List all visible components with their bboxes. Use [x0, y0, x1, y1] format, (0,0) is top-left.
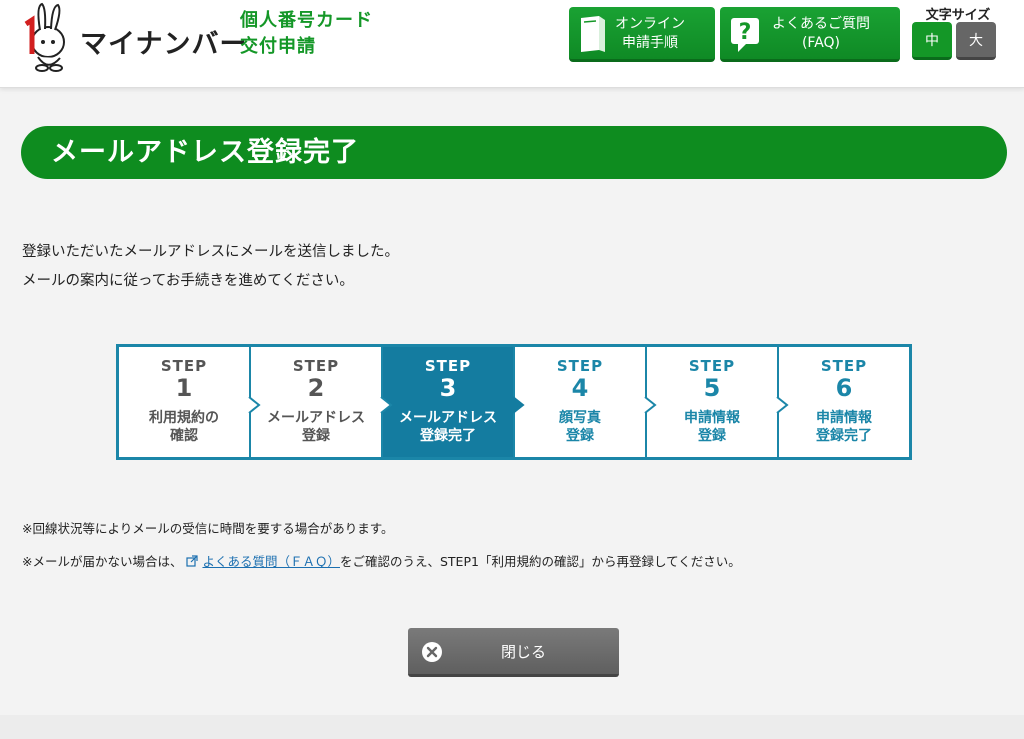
service-title-line2: 交付申請 [240, 36, 316, 57]
step-name-line2: 登録 [302, 428, 330, 444]
message-line1: 登録いただいたメールアドレスにメールを送信しました。 [22, 244, 399, 260]
step-name-line2: 登録完了 [420, 428, 476, 444]
step-4: STEP 4 顔写真 登録 [512, 347, 645, 457]
step-6: STEP 6 申請情報 登録完了 [776, 347, 909, 457]
note-line1: ※回線状況等によりメールの受信に時間を要する場合があります。 [22, 521, 394, 536]
step-number: 3 [439, 374, 457, 402]
font-size-medium-button[interactable]: 中 [912, 22, 952, 60]
font-size-label: 文字サイズ [925, 8, 991, 23]
close-button-label: 閉じる [500, 643, 546, 661]
online-procedure-button[interactable]: オンライン 申請手順 [569, 7, 715, 62]
step-word: STEP [820, 357, 868, 375]
step-5: STEP 5 申請情報 登録 [644, 347, 777, 457]
step-number: 5 [703, 374, 721, 402]
step-name-line2: 登録完了 [816, 428, 872, 444]
step-number: 1 [175, 374, 193, 402]
external-link-icon [186, 555, 199, 567]
step-name-line1: 顔写真 [559, 410, 601, 426]
step-number: 2 [307, 374, 325, 402]
question-icon: ? [731, 18, 759, 52]
service-title-line1: 個人番号カード [240, 10, 373, 31]
footer-bar [0, 715, 1024, 739]
page-title: メールアドレス登録完了 [21, 126, 1007, 179]
step-word: STEP [556, 357, 604, 375]
logo-text: マイナンバー [80, 29, 248, 60]
online-btn-line2: 申請手順 [622, 35, 678, 51]
faq-link[interactable]: よくある質問（ＦＡＱ） [202, 554, 340, 569]
step-progress: STEP 1 利用規約の 確認 STEP 2 メールアドレス 登録 STEP 3… [116, 344, 912, 460]
chevron-right-icon [776, 396, 789, 414]
step-number: 6 [835, 374, 853, 402]
chevron-right-icon [380, 396, 393, 414]
font-size-large-button[interactable]: 大 [956, 22, 996, 60]
mascot-logo-icon [24, 2, 65, 72]
step-name-line2: 登録 [566, 428, 594, 444]
step-1: STEP 1 利用規約の 確認 [119, 347, 249, 457]
step-name-line2: 確認 [170, 428, 198, 444]
chevron-right-icon [644, 396, 657, 414]
book-icon [581, 16, 605, 52]
step-number: 4 [571, 374, 589, 402]
faq-btn-line2: (FAQ) [801, 35, 841, 51]
mynumber-logo[interactable]: マイナンバー [18, 2, 246, 72]
svg-text:?: ? [739, 20, 752, 45]
step-name-line2: 登録 [698, 428, 726, 444]
step-word: STEP [688, 357, 736, 375]
chevron-right-icon [248, 396, 261, 414]
note-suffix: をご確認のうえ、STEP1「利用規約の確認」から再登録してください。 [339, 554, 741, 569]
online-btn-line1: オンライン [615, 16, 685, 32]
note-prefix: ※メールが届かない場合は、 [22, 554, 183, 569]
step-3: STEP 3 メールアドレス 登録完了 [380, 347, 513, 457]
step-word: STEP [160, 357, 208, 375]
close-button[interactable]: 閉じる [408, 628, 619, 677]
step-name-line1: 申請情報 [684, 410, 740, 426]
step-word: STEP [292, 357, 340, 375]
step-name-line1: 申請情報 [816, 410, 872, 426]
step-name-line1: メールアドレス [267, 410, 365, 426]
service-title: 個人番号カード 交付申請 [240, 8, 373, 60]
faq-btn-line1: よくあるご質問 [772, 16, 870, 32]
step-name-line1: 利用規約の [149, 410, 219, 426]
message-line2: メールの案内に従ってお手続きを進めてください。 [22, 273, 354, 289]
header: マイナンバー 個人番号カード 交付申請 オンライン 申請手順 ? よくあるご質問… [0, 0, 1024, 88]
step-2: STEP 2 メールアドレス 登録 [248, 347, 381, 457]
step-name-line1: メールアドレス [399, 410, 497, 426]
step-word: STEP [424, 357, 472, 375]
note-line2: ※メールが届かない場合は、 よくある質問（ＦＡＱ）をご確認のうえ、STEP1「利… [22, 551, 741, 570]
chevron-right-icon [512, 396, 525, 414]
faq-button[interactable]: ? よくあるご質問 (FAQ) [720, 7, 900, 62]
